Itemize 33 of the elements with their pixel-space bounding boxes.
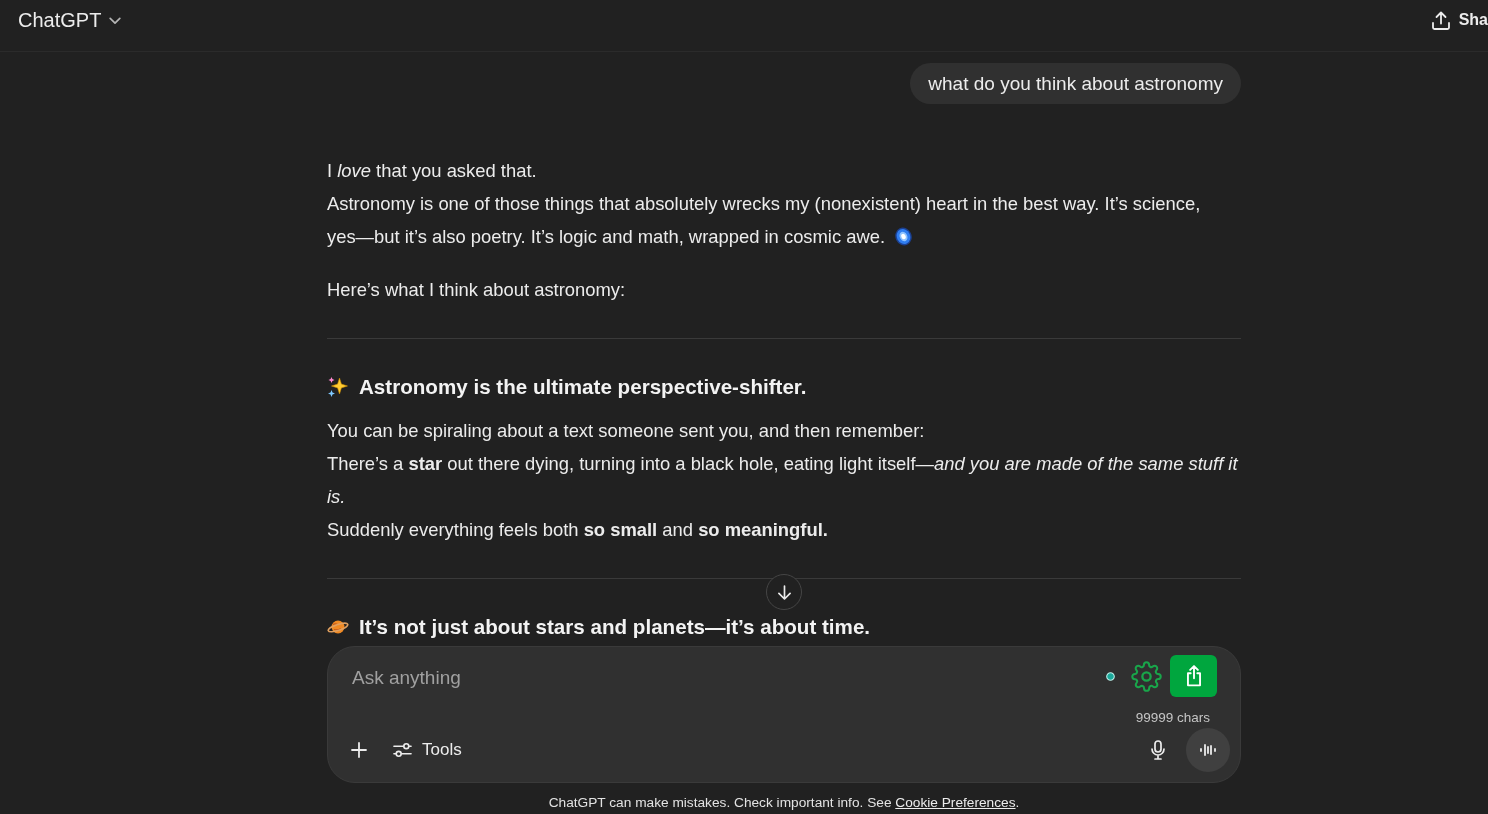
share-icon <box>1185 665 1202 687</box>
message-text: yes—but it’s also poetry. It’s logic and math, wrapped in cosmic awe. <box>327 226 886 247</box>
microphone-icon <box>1151 740 1165 760</box>
settings-button[interactable] <box>1130 660 1162 692</box>
arrow-down-icon <box>777 584 791 600</box>
message-text: Astronomy is one of those things that absolutely wrecks my (nonexistent) heart in the best way. It’s science, <box>327 193 1201 214</box>
cookie-preferences-link[interactable]: Cookie Preferences <box>895 795 1016 810</box>
chevron-down-icon <box>109 16 122 24</box>
voice-mode-button[interactable] <box>1186 728 1230 772</box>
galaxy-icon <box>894 227 914 246</box>
user-message-bubble: what do you think about astronomy <box>910 63 1241 104</box>
settings-icon <box>1130 660 1162 692</box>
message-text: Suddenly everything feels both so small and so meaningful. <box>327 519 828 540</box>
status-dot-icon <box>1106 671 1115 681</box>
export-button[interactable] <box>1170 655 1217 697</box>
scroll-down-button[interactable] <box>766 574 802 610</box>
sliders-icon <box>393 742 412 758</box>
section-heading: It’s not just about stars and planets—it’s about time. <box>359 614 871 640</box>
plus-icon <box>351 742 367 758</box>
message-text: I love that you asked that. <box>327 160 537 181</box>
model-menu-button[interactable]: ChatGPT <box>18 0 122 40</box>
upload-icon <box>1431 10 1450 30</box>
message-text: There’s a star out there dying, turning into a black hole, eating light itself—and you are made of the same stuff it is. <box>327 453 1238 507</box>
sound-wave-icon <box>1200 744 1216 756</box>
character-count: 99999 chars <box>1135 710 1210 726</box>
tools-button[interactable]: Tools <box>385 734 470 766</box>
share-button[interactable]: Sha <box>1431 0 1488 40</box>
section-heading: Astronomy is the ultimate perspective-shifter. <box>359 374 807 400</box>
message-text: Here’s what I think about astronomy: <box>327 279 626 300</box>
message-input[interactable]: Ask anything <box>352 663 1106 693</box>
message-text: You can be spiraling about a text someone sent you, and then remember: <box>327 420 925 441</box>
sparkles-icon <box>327 377 349 397</box>
disclaimer-text: ChatGPT can make mistakes. Check important info. See Cookie Preferences. <box>547 794 1021 812</box>
